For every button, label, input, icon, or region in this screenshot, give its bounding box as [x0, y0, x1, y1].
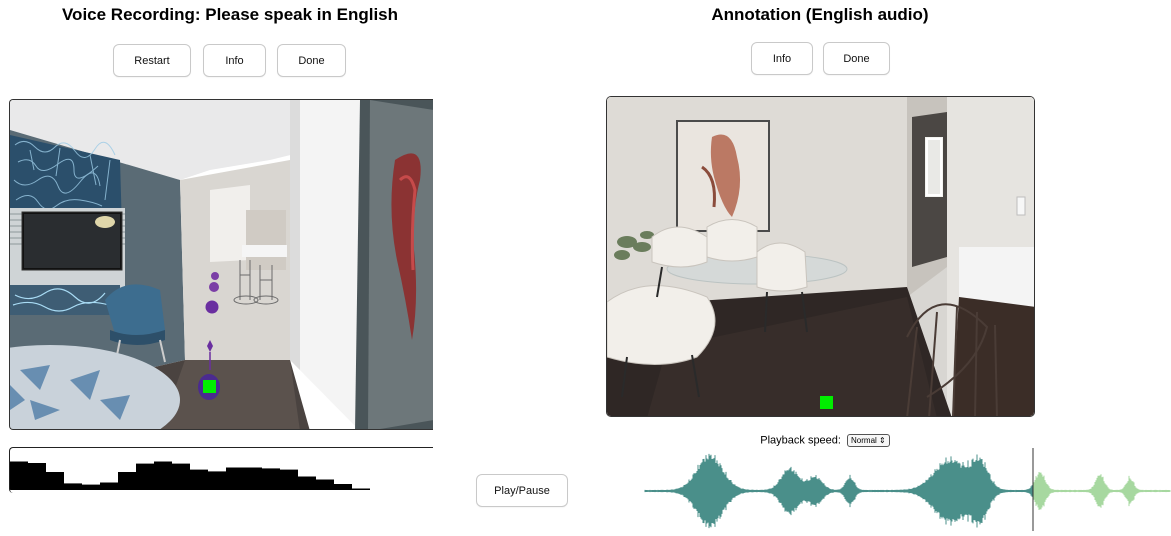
recording-level-bar	[28, 463, 46, 490]
recording-level-bar	[10, 461, 28, 490]
restart-button[interactable]: Restart	[113, 44, 191, 77]
recording-level-bar	[280, 469, 298, 490]
dining-room-panorama	[607, 97, 1034, 416]
recording-level-bar	[82, 484, 100, 490]
recording-level-bar	[262, 468, 280, 490]
recording-level-bar	[244, 467, 262, 490]
annotation-position-marker	[820, 396, 833, 409]
recording-level-bar	[298, 476, 316, 490]
play-pause-button[interactable]: Play/Pause	[476, 474, 568, 507]
select-arrows-icon: ⇕	[876, 436, 886, 445]
recording-level-bars	[9, 447, 433, 493]
recording-level-bar	[172, 463, 190, 490]
recording-level-bar	[190, 469, 208, 490]
recording-level-bar	[46, 472, 64, 490]
recording-level-bar	[226, 467, 244, 490]
recording-level-bar	[136, 463, 154, 490]
living-room-panorama	[10, 100, 433, 429]
annotation-title: Annotation (English audio)	[711, 5, 929, 24]
info-button[interactable]: Info	[203, 44, 266, 77]
annotation-info-button[interactable]: Info	[751, 42, 813, 75]
recording-level-bar	[208, 471, 226, 490]
recording-level-bar	[334, 484, 352, 490]
recording-level-bar	[352, 488, 370, 490]
annotation-done-button[interactable]: Done	[823, 42, 890, 75]
current-position-marker	[203, 380, 216, 393]
recording-level-bar	[64, 483, 82, 490]
recording-scene-view[interactable]	[9, 99, 433, 430]
recording-title: Voice Recording: Please speak in English	[61, 5, 398, 24]
playback-speed-label: Playback speed:	[760, 434, 841, 447]
done-button[interactable]: Done	[277, 44, 346, 77]
recording-level-bar	[118, 472, 136, 490]
recording-level-bar	[316, 479, 334, 490]
recording-level-bar	[154, 461, 172, 490]
annotation-scene-view[interactable]	[606, 96, 1035, 417]
playback-speed-select[interactable]: Normal ⇕	[847, 434, 890, 447]
playback-speed-value: Normal	[851, 436, 877, 445]
annotation-waveform[interactable]	[640, 448, 1171, 531]
recording-level-bar	[100, 482, 118, 490]
playback-speed-row: Playback speed: Normal ⇕	[700, 434, 950, 447]
